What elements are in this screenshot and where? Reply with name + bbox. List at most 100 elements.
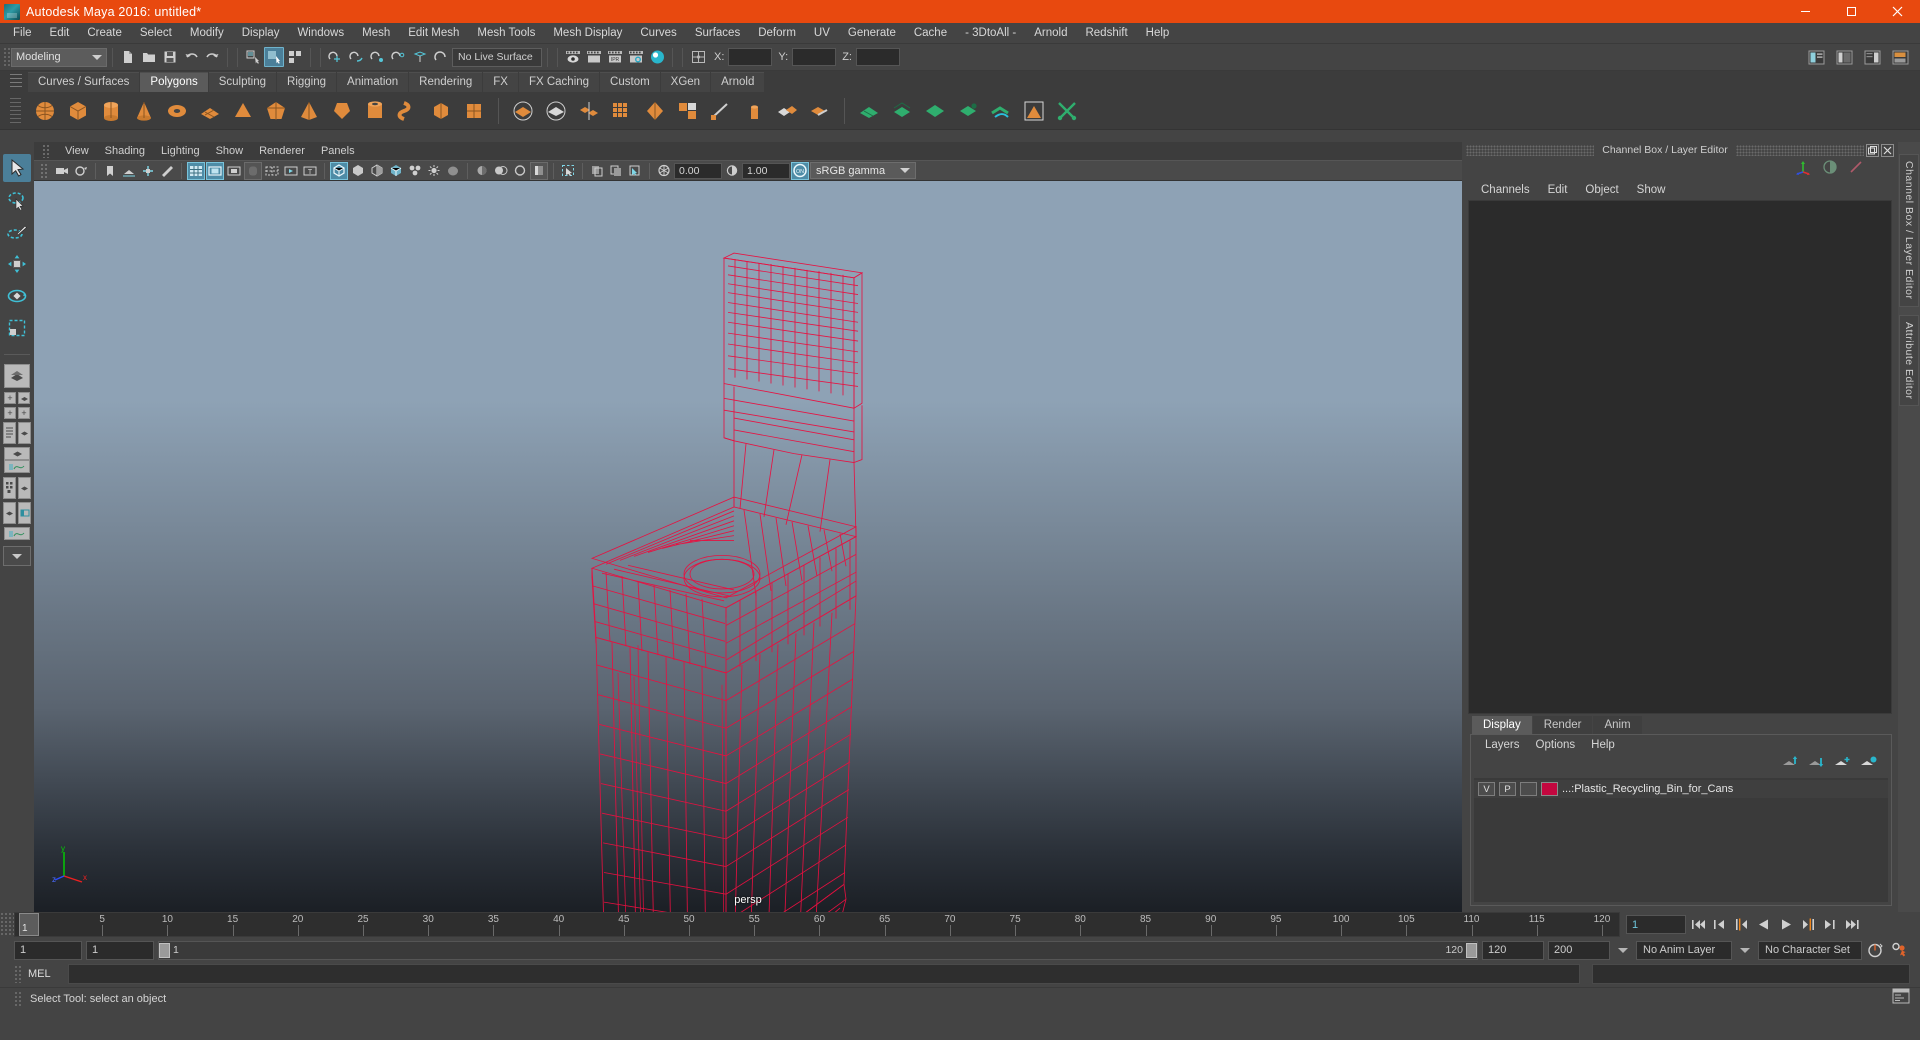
make-live-icon[interactable] xyxy=(431,47,451,67)
shelf-tab-curves-surfaces[interactable]: Curves / Surfaces xyxy=(28,72,140,92)
screen-space-ao-icon[interactable] xyxy=(473,162,491,180)
polygon-soccer-ball-icon[interactable] xyxy=(459,96,489,126)
attribute-slider-icon[interactable] xyxy=(1848,159,1864,180)
gamma-input[interactable]: 1.00 xyxy=(742,162,790,179)
layer-tab-display[interactable]: Display xyxy=(1472,716,1532,734)
smooth-icon[interactable] xyxy=(541,96,571,126)
snap-to-view-plane-icon[interactable] xyxy=(410,47,430,67)
select-tool[interactable] xyxy=(3,154,31,182)
combine-icon[interactable] xyxy=(574,96,604,126)
viewport-menu-view[interactable]: View xyxy=(57,145,97,157)
vtab-attribute-editor[interactable]: Attribute Editor xyxy=(1899,314,1919,406)
layer-menu-options[interactable]: Options xyxy=(1528,739,1584,751)
close-dock-button[interactable] xyxy=(1881,143,1894,157)
menu-select[interactable]: Select xyxy=(131,23,181,44)
rotate-tool[interactable] xyxy=(3,282,31,310)
ipr-render-icon[interactable]: IPR xyxy=(605,47,625,67)
channel-menu-object[interactable]: Object xyxy=(1576,184,1627,196)
mirror-icon[interactable] xyxy=(673,96,703,126)
layer-menu-help[interactable]: Help xyxy=(1583,739,1623,751)
separate-icon[interactable] xyxy=(607,96,637,126)
uv-planar-map-icon[interactable] xyxy=(854,96,884,126)
select-by-object-type-icon[interactable] xyxy=(264,47,284,67)
hypershade-persp-layout[interactable] xyxy=(3,477,16,499)
move-layer-up-icon[interactable] xyxy=(1782,756,1799,774)
channel-box-toggle-icon[interactable] xyxy=(1862,47,1882,67)
bridge-icon[interactable] xyxy=(805,96,835,126)
snap-to-projected-center-icon[interactable] xyxy=(389,47,409,67)
polygon-torus-icon[interactable] xyxy=(162,96,192,126)
dock-grip-left[interactable] xyxy=(1466,144,1595,156)
isolate-select-icon[interactable] xyxy=(559,162,577,180)
select-by-hierarchy-icon[interactable] xyxy=(243,47,263,67)
status-bar-grip[interactable] xyxy=(14,990,22,1007)
layer-playback-toggle[interactable]: P xyxy=(1499,782,1516,796)
menu-uv[interactable]: UV xyxy=(805,23,839,44)
command-language-label[interactable]: MEL xyxy=(28,968,62,980)
step-back-frame-button[interactable] xyxy=(1732,915,1752,934)
color-management-selector[interactable]: sRGB gamma xyxy=(810,162,916,179)
hypershade-icon[interactable] xyxy=(647,47,667,67)
measure-tool-icon[interactable] xyxy=(706,96,736,126)
safe-title-icon[interactable]: T xyxy=(301,162,319,180)
viewport-menu-grip[interactable] xyxy=(42,144,50,158)
menu-mesh[interactable]: Mesh xyxy=(353,23,399,44)
polygon-cylinder-icon[interactable] xyxy=(96,96,126,126)
lasso-select-tool[interactable] xyxy=(3,186,31,214)
persp-outliner-graph-layout[interactable] xyxy=(3,502,16,524)
use-all-lights-icon[interactable] xyxy=(425,162,443,180)
layer-tab-anim[interactable]: Anim xyxy=(1593,716,1642,734)
wireframe-on-shaded-icon[interactable] xyxy=(387,162,405,180)
command-input-field[interactable] xyxy=(68,964,1580,984)
depth-of-field-icon[interactable] xyxy=(530,161,548,180)
uv-spherical-map-icon[interactable] xyxy=(920,96,950,126)
shelf-tab-xgen[interactable]: XGen xyxy=(660,72,711,92)
layer-menu-layers[interactable]: Layers xyxy=(1477,739,1528,751)
outliner-persp-layout[interactable] xyxy=(3,422,16,444)
move-layer-down-icon[interactable] xyxy=(1808,756,1825,774)
live-surface-field[interactable]: No Live Surface xyxy=(452,47,542,67)
menu-edit-mesh[interactable]: Edit Mesh xyxy=(399,23,468,44)
textured-icon[interactable] xyxy=(406,162,424,180)
image-plane-icon[interactable] xyxy=(120,162,138,180)
shading-sphere-icon[interactable] xyxy=(1822,159,1838,180)
layer-name[interactable]: ...:Plastic_Recycling_Bin_for_Cans xyxy=(1562,783,1733,795)
manipulator-icon[interactable] xyxy=(1794,159,1812,180)
layer-visibility-toggle[interactable]: V xyxy=(1478,782,1495,796)
range-end-handle[interactable] xyxy=(1466,942,1477,958)
color-management-toggle[interactable]: ON xyxy=(791,161,809,180)
polygon-sphere-icon[interactable] xyxy=(30,96,60,126)
polygon-helix-icon[interactable] xyxy=(393,96,423,126)
go-to-start-button[interactable] xyxy=(1688,915,1708,934)
outliner-panel-layout[interactable] xyxy=(18,502,31,524)
shelf-tab-rigging[interactable]: Rigging xyxy=(277,72,337,92)
film-gate-icon[interactable] xyxy=(206,161,224,180)
step-back-key-button[interactable] xyxy=(1710,915,1730,934)
menu-arnold[interactable]: Arnold xyxy=(1025,23,1076,44)
script-editor-icon[interactable] xyxy=(1892,988,1910,1009)
gate-mask-icon[interactable] xyxy=(244,161,262,180)
bevel-icon[interactable] xyxy=(772,96,802,126)
viewport-menu-renderer[interactable]: Renderer xyxy=(251,145,313,157)
render-current-frame-icon[interactable] xyxy=(563,47,583,67)
two-pane-side-layout[interactable]: + xyxy=(4,407,16,419)
layer-list[interactable]: V P ...:Plastic_Recycling_Bin_for_Cans xyxy=(1474,778,1888,902)
range-start-handle[interactable] xyxy=(159,942,170,958)
shelf-tab-animation[interactable]: Animation xyxy=(337,72,409,92)
shelf-tab-custom[interactable]: Custom xyxy=(600,72,660,92)
current-frame-field[interactable]: 1 xyxy=(1626,915,1686,934)
viewport-menu-shading[interactable]: Shading xyxy=(97,145,153,157)
snap-to-grid-icon[interactable] xyxy=(326,47,346,67)
shelf-tab-arnold[interactable]: Arnold xyxy=(711,72,765,92)
field-chart-icon[interactable] xyxy=(263,162,281,180)
uv-cut-icon[interactable] xyxy=(1052,96,1082,126)
camera-attributes-icon[interactable] xyxy=(72,162,90,180)
open-scene-icon[interactable] xyxy=(139,47,159,67)
toolbar-grip[interactable] xyxy=(3,47,10,67)
chevron-down-icon[interactable] xyxy=(1618,947,1628,953)
menu-modify[interactable]: Modify xyxy=(181,23,233,44)
persp-only-layout[interactable] xyxy=(18,392,30,404)
render-settings-icon[interactable] xyxy=(626,47,646,67)
viewport-menu-panels[interactable]: Panels xyxy=(313,145,363,157)
viewport-menu-lighting[interactable]: Lighting xyxy=(153,145,208,157)
